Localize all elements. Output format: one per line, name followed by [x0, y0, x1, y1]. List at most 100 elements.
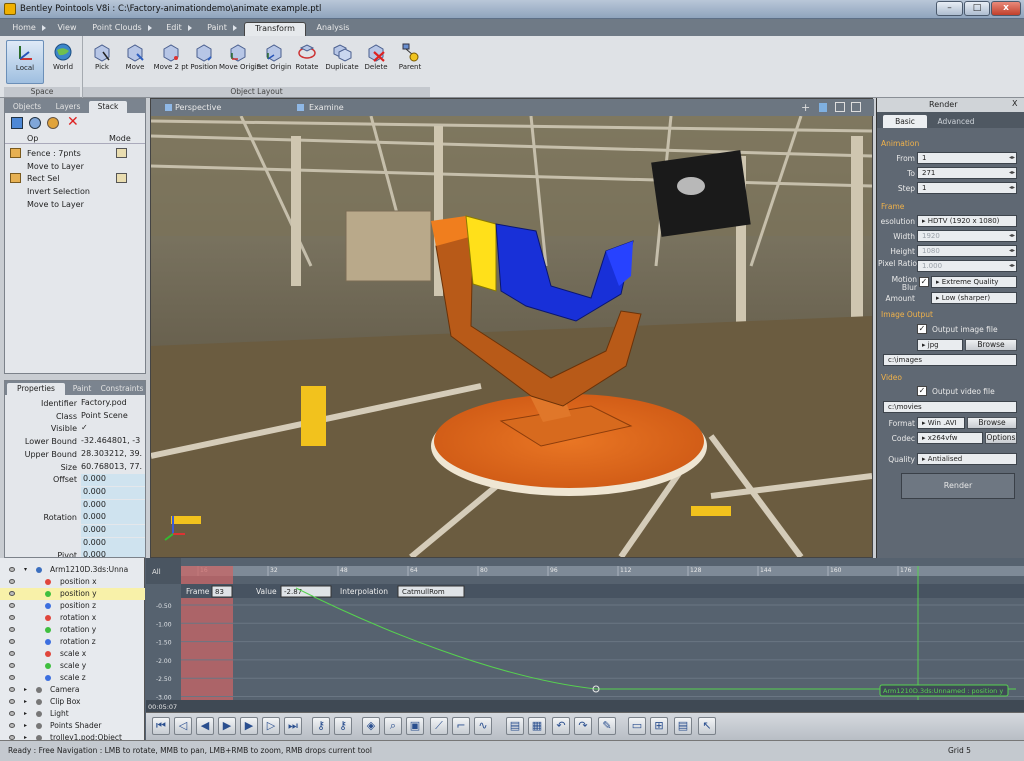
curve-editor[interactable]: All163248648096112128144160176Frame83Val… [146, 558, 1024, 712]
step-curve-icon[interactable]: ⌐ [452, 717, 470, 735]
minimize-button[interactable]: – [936, 1, 963, 16]
tab-paint-props[interactable]: Paint [67, 383, 97, 395]
tab-point-clouds[interactable]: Point Clouds [90, 22, 154, 36]
prev-key-icon[interactable]: ◁ [174, 717, 192, 735]
remove-key-icon[interactable]: ⚷ [334, 717, 352, 735]
stack-run-icon[interactable] [47, 117, 59, 129]
linear-curve-icon[interactable]: ⟋ [430, 717, 448, 735]
parent-button[interactable]: Parent [391, 40, 429, 84]
move-button[interactable]: Move [116, 40, 154, 84]
video-path-input[interactable]: c:\movies [883, 401, 1017, 413]
film-icon[interactable]: ▤ [506, 717, 524, 735]
visibility-eye-icon[interactable] [9, 711, 15, 716]
chevron-right-icon[interactable]: ▸ [24, 696, 27, 708]
3d-viewport[interactable]: Perspective Examine + [150, 98, 874, 558]
motion-blur-checkbox[interactable]: ✓ [919, 277, 929, 287]
property-value[interactable]: 0.000 [81, 550, 145, 557]
to-input[interactable]: 271 ◂▸ [917, 167, 1017, 179]
fit-icon[interactable]: ▣ [406, 717, 424, 735]
spinner-icon[interactable]: ◂▸ [1009, 246, 1015, 256]
visibility-eye-icon[interactable] [9, 615, 15, 620]
redo-icon[interactable]: ↷ [574, 717, 592, 735]
next-key-icon[interactable]: ▷ [262, 717, 280, 735]
stack-delete-icon[interactable]: ✕ [67, 114, 79, 130]
chevron-down-icon[interactable]: ▾ [24, 564, 27, 576]
tab-layers[interactable]: Layers [48, 101, 88, 113]
tree-channel-node[interactable]: position y [0, 588, 145, 600]
chevron-right-icon[interactable]: ▸ [24, 684, 27, 696]
mode-icon[interactable] [116, 173, 127, 183]
cursor-tool-icon[interactable]: ↖ [698, 717, 716, 735]
height-input[interactable]: 1080 ◂▸ [917, 245, 1017, 257]
visibility-eye-icon[interactable] [9, 567, 15, 572]
image-format-select[interactable]: ▸ jpg [917, 339, 963, 351]
spinner-icon[interactable]: ◂▸ [1009, 261, 1015, 271]
stack-item[interactable]: Move to Layer [27, 200, 84, 209]
step-input[interactable]: 1 ◂▸ [917, 182, 1017, 194]
stack-item[interactable]: Rect Sel [27, 174, 59, 183]
codec-options-button[interactable]: Options [985, 432, 1017, 444]
spinner-icon[interactable]: ◂▸ [1009, 153, 1015, 163]
stack-item[interactable]: Move to Layer [27, 162, 84, 171]
select-keys-icon[interactable]: ◈ [362, 717, 380, 735]
spinner-icon[interactable]: ◂▸ [1009, 183, 1015, 193]
visibility-eye-icon[interactable] [9, 651, 15, 656]
tree-object-node[interactable]: Arm1210D.3ds:Unna ▾ [0, 564, 145, 576]
visibility-eye-icon[interactable] [9, 627, 15, 632]
tab-stack[interactable]: Stack [89, 101, 127, 113]
fullscreen-icon[interactable] [851, 102, 861, 112]
output-video-checkbox[interactable]: ✓ [917, 386, 927, 396]
tab-paint[interactable]: Paint [205, 22, 239, 36]
property-value[interactable]: 0.000 [81, 512, 145, 525]
list-view-icon[interactable]: ▤ [674, 717, 692, 735]
tab-advanced[interactable]: Advanced [931, 115, 981, 128]
grid-view-icon[interactable]: ⊞ [650, 717, 668, 735]
close-button[interactable]: x [991, 1, 1021, 16]
chevron-right-icon[interactable]: ▸ [24, 708, 27, 720]
crosshair-icon[interactable]: + [801, 101, 810, 114]
tree-channel-node[interactable]: Clip Box ▸ [0, 696, 145, 708]
position-button[interactable]: Position [185, 40, 223, 84]
visibility-eye-icon[interactable] [9, 663, 15, 668]
output-image-checkbox[interactable]: ✓ [917, 324, 927, 334]
spinner-icon[interactable]: ◂▸ [1009, 231, 1015, 241]
codec-select[interactable]: ▸ x264vfw [917, 432, 983, 444]
skip-end-icon[interactable]: ⏭ [284, 717, 302, 735]
skip-start-icon[interactable]: ⏮ [152, 717, 170, 735]
tab-properties[interactable]: Properties [7, 383, 65, 395]
tab-edit[interactable]: Edit [164, 22, 194, 36]
local-button[interactable]: Local [6, 40, 44, 84]
tree-channel-node[interactable]: position z [0, 600, 145, 612]
stack-add-icon[interactable] [11, 117, 23, 129]
mode-icon[interactable] [116, 148, 127, 158]
maximize-button[interactable]: □ [964, 1, 990, 16]
resolution-select[interactable]: ▸ HDTV (1920 x 1080) [917, 215, 1017, 227]
property-value[interactable]: 0.000 [81, 474, 145, 487]
visibility-eye-icon[interactable] [9, 579, 15, 584]
visibility-eye-icon[interactable] [9, 639, 15, 644]
pixel-ratio-input[interactable]: 1.000 ◂▸ [917, 260, 1017, 272]
visibility-eye-icon[interactable] [9, 723, 15, 728]
quality-select[interactable]: ▸ Antialised [917, 453, 1017, 465]
chevron-right-icon[interactable]: ▸ [24, 720, 27, 732]
tree-channel-node[interactable]: scale z [0, 672, 145, 684]
delete-button[interactable]: Delete [357, 40, 395, 84]
property-value[interactable]: 0.000 [81, 499, 145, 512]
tree-channel-node[interactable]: Light ▸ [0, 708, 145, 720]
split-view-icon[interactable]: ▭ [628, 717, 646, 735]
perspective-mode[interactable]: Perspective [175, 103, 221, 112]
stack-refresh-icon[interactable] [29, 117, 41, 129]
undo-icon[interactable]: ↶ [552, 717, 570, 735]
motion-blur-select[interactable]: ▸ Extreme Quality [931, 276, 1017, 288]
examine-mode[interactable]: Examine [309, 103, 344, 112]
tree-channel-node[interactable]: position x [0, 576, 145, 588]
tab-transform[interactable]: Transform [244, 22, 306, 36]
render-button[interactable]: Render [901, 473, 1015, 499]
tab-home[interactable]: Home [10, 22, 48, 36]
visibility-eye-icon[interactable] [9, 675, 15, 680]
property-value[interactable]: 0.000 [81, 525, 145, 537]
film-settings-icon[interactable]: ▦ [528, 717, 546, 735]
browse-image-button[interactable]: Browse [965, 339, 1017, 351]
from-input[interactable]: 1 ◂▸ [917, 152, 1017, 164]
duplicate-button[interactable]: Duplicate [323, 40, 361, 84]
